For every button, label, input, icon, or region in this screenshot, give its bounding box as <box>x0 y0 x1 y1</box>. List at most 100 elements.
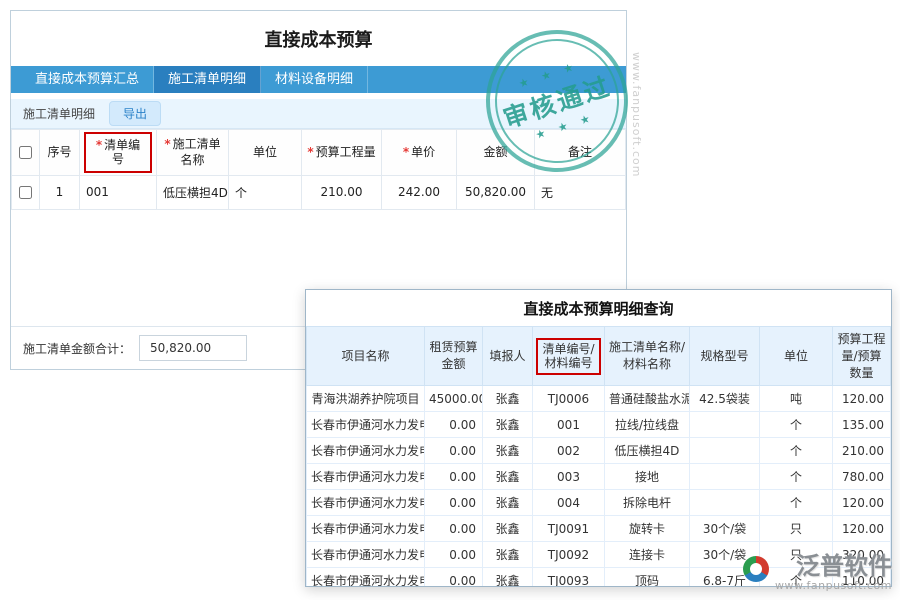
query-column-header: 单位 <box>760 327 833 386</box>
query-cell: TJ0092 <box>533 542 605 568</box>
query-cell <box>690 490 760 516</box>
query-cell: 张鑫 <box>483 412 533 438</box>
query-cell: TJ0093 <box>533 568 605 587</box>
column-header-amount: 金额 <box>457 130 535 176</box>
query-header-row: 项目名称 租赁预算金额填报人清单编号/材料编号施工清单名称/材料名称规格型号单位预… <box>307 327 891 386</box>
project-name-link[interactable]: 长春市伊通河水力发电厂 <box>307 516 425 542</box>
project-name-link[interactable]: 长春市伊通河水力发电厂 <box>307 542 425 568</box>
query-column-header: 清单编号/材料编号 <box>533 327 605 386</box>
cell-code: 001 <box>80 175 157 209</box>
query-cell: 张鑫 <box>483 568 533 587</box>
tab-material-equipment-detail[interactable]: 材料设备明细 <box>261 66 368 93</box>
column-label: 预算工程量 <box>316 145 376 159</box>
select-all-checkbox[interactable] <box>19 146 32 159</box>
column-label: 单价 <box>411 145 435 159</box>
query-cell: 0.00 <box>425 412 483 438</box>
total-label: 施工清单金额合计： <box>23 340 131 357</box>
select-all-header <box>12 130 40 176</box>
query-cell: 个 <box>760 568 833 587</box>
query-column-header: 租赁预算金额 <box>425 327 483 386</box>
highlight-box: *清单编号 <box>84 132 152 173</box>
query-cell: 拉线/拉线盘 <box>605 412 690 438</box>
query-cell: 只 <box>760 542 833 568</box>
query-cell: 0.00 <box>425 464 483 490</box>
query-column-header: 规格型号 <box>690 327 760 386</box>
project-name-link[interactable]: 长春市伊通河水力发电厂 <box>307 490 425 516</box>
query-row[interactable]: 长春市伊通河水力发电厂0.00张鑫TJ0093顶码6.8-7斤个110.00 <box>307 568 891 587</box>
query-row[interactable]: 青海洪湖养护院项目45000.00张鑫TJ0006普通硅酸盐水泥42.5袋装吨1… <box>307 386 891 412</box>
query-cell: 接地 <box>605 464 690 490</box>
query-cell: TJ0091 <box>533 516 605 542</box>
dialog-title: 直接成本预算明细查询 <box>306 290 891 326</box>
column-header-remark: 备注 <box>535 130 626 176</box>
query-cell <box>690 412 760 438</box>
column-header-quantity: *预算工程量 <box>302 130 382 176</box>
query-column-label: 租赁预算金额 <box>429 340 477 371</box>
query-cell: 连接卡 <box>605 542 690 568</box>
query-row[interactable]: 长春市伊通河水力发电厂0.00张鑫004拆除电杆个120.00 <box>307 490 891 516</box>
required-asterisk: * <box>403 145 409 159</box>
query-row[interactable]: 长春市伊通河水力发电厂0.00张鑫003接地个780.00 <box>307 464 891 490</box>
query-cell: 120.00 <box>833 490 891 516</box>
query-cell: 只 <box>760 516 833 542</box>
query-row[interactable]: 长春市伊通河水力发电厂0.00张鑫002低压横担4D个210.00 <box>307 438 891 464</box>
project-name-link[interactable]: 长春市伊通河水力发电厂 <box>307 412 425 438</box>
project-name-link[interactable]: 长春市伊通河水力发电厂 <box>307 464 425 490</box>
query-result-table: 项目名称 租赁预算金额填报人清单编号/材料编号施工清单名称/材料名称规格型号单位预… <box>306 326 891 587</box>
query-column-label: 预算工程量/预算数量 <box>837 332 885 380</box>
column-header-price: *单价 <box>382 130 457 176</box>
query-cell: 6.8-7斤 <box>690 568 760 587</box>
query-column-label: 填报人 <box>489 349 525 363</box>
cell-index: 1 <box>40 175 80 209</box>
query-cell: 张鑫 <box>483 438 533 464</box>
query-cell: 个 <box>760 464 833 490</box>
column-label: 施工清单名称 <box>173 137 221 167</box>
query-row[interactable]: 长春市伊通河水力发电厂0.00张鑫001拉线/拉线盘个135.00 <box>307 412 891 438</box>
query-cell: 135.00 <box>833 412 891 438</box>
project-name-link[interactable]: 长春市伊通河水力发电厂 <box>307 438 425 464</box>
query-cell <box>690 438 760 464</box>
column-header-code: *清单编号 <box>80 130 157 176</box>
query-cell: 旋转卡 <box>605 516 690 542</box>
query-cell: 0.00 <box>425 568 483 587</box>
column-label: 清单编号 <box>104 138 140 166</box>
required-asterisk: * <box>307 145 313 159</box>
total-value: 50,820.00 <box>139 335 247 361</box>
query-column-header: 项目名称 <box>307 327 425 386</box>
budget-detail-query-dialog: 直接成本预算明细查询 项目名称 租赁预算金额填报人清单编号/材料编号施工清单名称/… <box>305 289 892 587</box>
project-name-link[interactable]: 长春市伊通河水力发电厂 <box>307 568 425 587</box>
tab-budget-summary[interactable]: 直接成本预算汇总 <box>21 66 154 93</box>
table-row[interactable]: 1 001 低压横担4D 个 210.00 242.00 50,820.00 无 <box>12 175 626 209</box>
query-cell: 120.00 <box>833 516 891 542</box>
query-column-label: 项目名称 <box>341 349 389 363</box>
construction-list-table: 序号 *清单编号 *施工清单名称 单位 *预算工程量 *单价 金额 备注 1 0… <box>11 129 626 210</box>
query-cell: 001 <box>533 412 605 438</box>
project-name-link[interactable]: 青海洪湖养护院项目 <box>307 386 425 412</box>
query-cell: 张鑫 <box>483 490 533 516</box>
query-cell: 0.00 <box>425 438 483 464</box>
section-toolbar: 施工清单明细 导出 <box>11 99 626 129</box>
side-watermark-url: www.fanpusoft.com <box>630 52 643 177</box>
query-cell: 0.00 <box>425 490 483 516</box>
export-button[interactable]: 导出 <box>109 101 161 126</box>
screen: 直接成本预算 直接成本预算汇总 施工清单明细 材料设备明细 施工清单明细 导出 … <box>0 0 900 600</box>
query-cell <box>690 464 760 490</box>
column-header-unit: 单位 <box>229 130 302 176</box>
query-cell: 张鑫 <box>483 464 533 490</box>
query-column-header: 施工清单名称/材料名称 <box>605 327 690 386</box>
cell-unit: 个 <box>229 175 302 209</box>
query-cell: 0.00 <box>425 516 483 542</box>
cell-name: 低压横担4D <box>157 175 229 209</box>
query-table-body: 青海洪湖养护院项目45000.00张鑫TJ0006普通硅酸盐水泥42.5袋装吨1… <box>307 386 891 587</box>
tab-construction-list-detail[interactable]: 施工清单明细 <box>154 66 261 93</box>
required-asterisk: * <box>96 138 102 152</box>
query-cell: 个 <box>760 438 833 464</box>
query-cell: 吨 <box>760 386 833 412</box>
row-checkbox[interactable] <box>19 186 32 199</box>
query-row[interactable]: 长春市伊通河水力发电厂0.00张鑫TJ0091旋转卡30个/袋只120.00 <box>307 516 891 542</box>
query-row[interactable]: 长春市伊通河水力发电厂0.00张鑫TJ0092连接卡30个/袋只320.00 <box>307 542 891 568</box>
query-cell: 拆除电杆 <box>605 490 690 516</box>
query-cell: 30个/袋 <box>690 516 760 542</box>
query-cell: 110.00 <box>833 568 891 587</box>
query-cell: 张鑫 <box>483 516 533 542</box>
